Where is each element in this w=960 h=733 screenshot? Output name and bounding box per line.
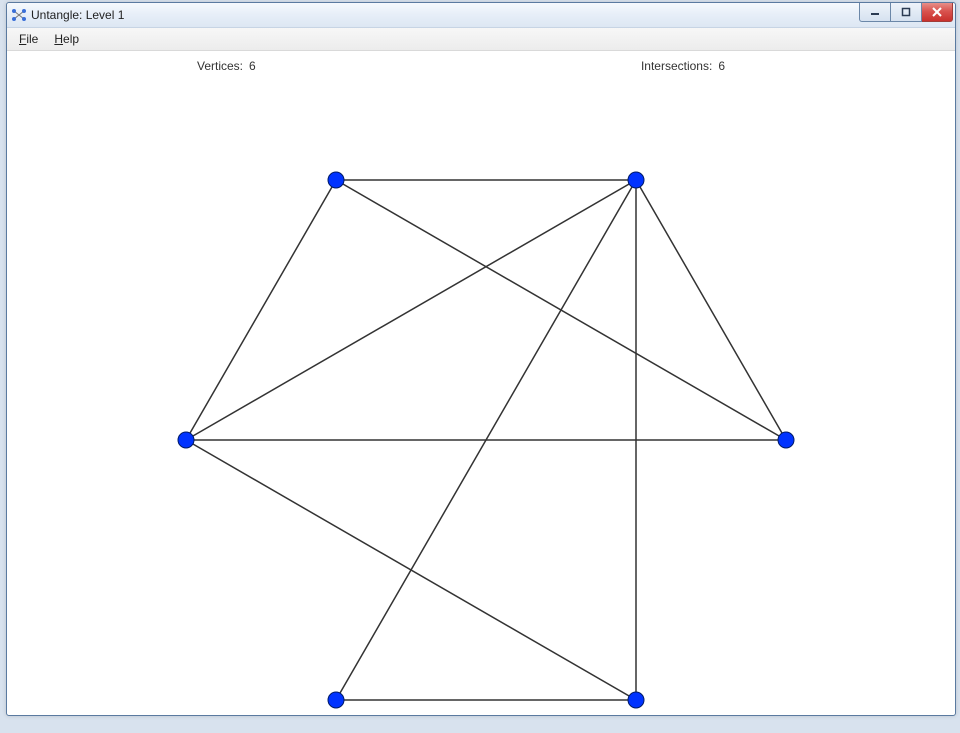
graph-vertex[interactable] [628,172,644,188]
app-window: Untangle: Level 1 File Help Vertices: 6 [6,2,956,716]
graph-vertex[interactable] [178,432,194,448]
menubar: File Help [7,28,955,51]
menu-file-rest: ile [26,32,38,46]
minimize-icon [870,7,880,17]
stats-bar: Vertices: 6 Intersections: 6 [7,51,955,73]
maximize-icon [901,7,911,17]
close-icon [932,7,942,17]
graph-canvas[interactable] [7,73,955,715]
menu-help-accel: H [54,32,63,46]
graph-edge [186,180,336,440]
graph-edge [636,180,786,440]
close-button[interactable] [922,3,953,22]
graph-svg [7,73,955,733]
vertices-label: Vertices: [197,59,243,73]
vertices-value: 6 [249,59,256,73]
menu-file[interactable]: File [11,30,46,48]
graph-vertex[interactable] [628,692,644,708]
window-controls [859,3,953,22]
graph-vertex[interactable] [328,692,344,708]
intersections-label: Intersections: [641,59,712,73]
titlebar[interactable]: Untangle: Level 1 [7,3,955,28]
graph-vertex[interactable] [328,172,344,188]
menu-help[interactable]: Help [46,30,87,48]
graph-edge [186,440,636,700]
maximize-button[interactable] [891,3,922,22]
app-icon [11,7,27,23]
stat-vertices: Vertices: 6 [197,59,256,73]
window-title: Untangle: Level 1 [31,8,124,22]
graph-edge [186,180,636,440]
intersections-value: 6 [718,59,725,73]
graph-vertex[interactable] [778,432,794,448]
stat-intersections: Intersections: 6 [641,59,725,73]
minimize-button[interactable] [859,3,891,22]
menu-help-rest: elp [63,32,79,46]
